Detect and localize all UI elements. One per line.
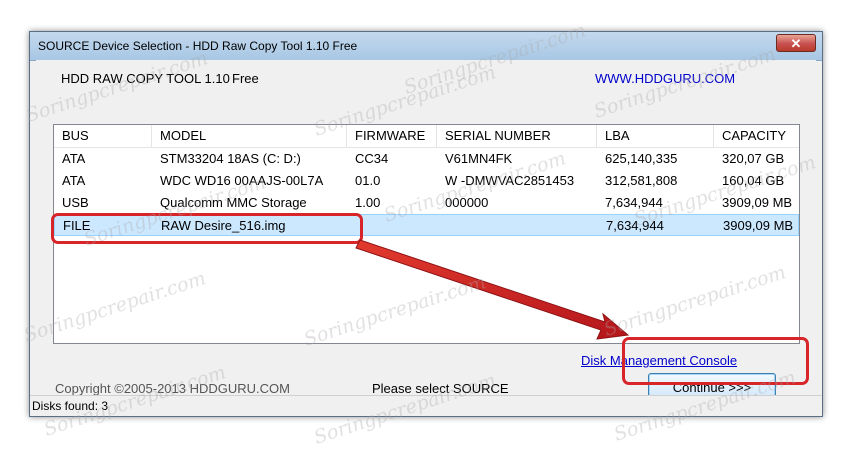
disks-found-label: Disks found: 3: [32, 399, 109, 413]
selected-row-highlight: [51, 213, 363, 244]
column-header-bus[interactable]: BUS: [54, 125, 152, 147]
device-row[interactable]: USB Qualcomm MMC Storage 1.00 000000 7,6…: [54, 192, 799, 214]
column-header-serial-number[interactable]: SERIAL NUMBER: [437, 125, 597, 147]
website-link[interactable]: WWW.HDDGURU.COM: [595, 71, 735, 86]
cell-serial: 000000: [445, 195, 489, 210]
device-row[interactable]: ATA STM33204 18AS (C: D:) CC34 V61MN4FK …: [54, 148, 799, 170]
cell-capacity: 3909,09 MB: [723, 218, 794, 233]
cell-capacity: 3909,09 MB: [722, 195, 793, 210]
column-header-firmware[interactable]: FIRMWARE: [347, 125, 437, 147]
device-row[interactable]: ATA WDC WD16 00AAJS-00L7A 01.0 W -DMWVAC…: [54, 170, 799, 192]
column-header-capacity[interactable]: CAPACITY: [714, 125, 799, 147]
cell-firmware: 1.00: [355, 195, 381, 210]
close-icon: ✕: [790, 36, 802, 51]
cell-model: STM33204 18AS (C: D:): [160, 151, 301, 166]
cell-lba: 312,581,808: [605, 173, 678, 188]
cell-lba: 7,634,944: [606, 218, 664, 233]
status-message: Please select SOURCE: [372, 381, 509, 396]
column-header-lba[interactable]: LBA: [597, 125, 714, 147]
cell-capacity: 320,07 GB: [722, 151, 785, 166]
status-bar: Disks found: 3: [30, 395, 822, 416]
cell-lba: 7,634,944: [605, 195, 663, 210]
column-header-model[interactable]: MODEL: [152, 125, 347, 147]
close-button[interactable]: ✕: [776, 34, 816, 52]
cell-lba: 625,140,335: [605, 151, 678, 166]
cell-model: Qualcomm MMC Storage: [160, 195, 307, 210]
cell-firmware: 01.0: [355, 173, 381, 188]
device-list-header: BUS MODEL FIRMWARE SERIAL NUMBER LBA CAP…: [54, 125, 799, 148]
cell-serial: V61MN4FK: [445, 151, 513, 166]
window-title: SOURCE Device Selection - HDD Raw Copy T…: [38, 39, 358, 53]
title-bar[interactable]: SOURCE Device Selection - HDD Raw Copy T…: [30, 32, 822, 61]
cell-serial: W -DMWVAC2851453: [445, 173, 575, 188]
cell-firmware: CC34: [355, 151, 389, 166]
cell-capacity: 160,04 GB: [722, 173, 785, 188]
continue-button-highlight: [622, 337, 809, 385]
cell-bus: ATA: [62, 151, 86, 166]
copyright-label: Copyright ©2005-2013 HDDGURU.COM: [55, 381, 290, 396]
free-label: Free: [232, 71, 259, 86]
cell-bus: ATA: [62, 173, 86, 188]
cell-bus: USB: [62, 195, 89, 210]
cell-model: WDC WD16 00AAJS-00L7A: [160, 173, 324, 188]
app-name-label: HDD RAW COPY TOOL 1.10: [61, 71, 230, 86]
